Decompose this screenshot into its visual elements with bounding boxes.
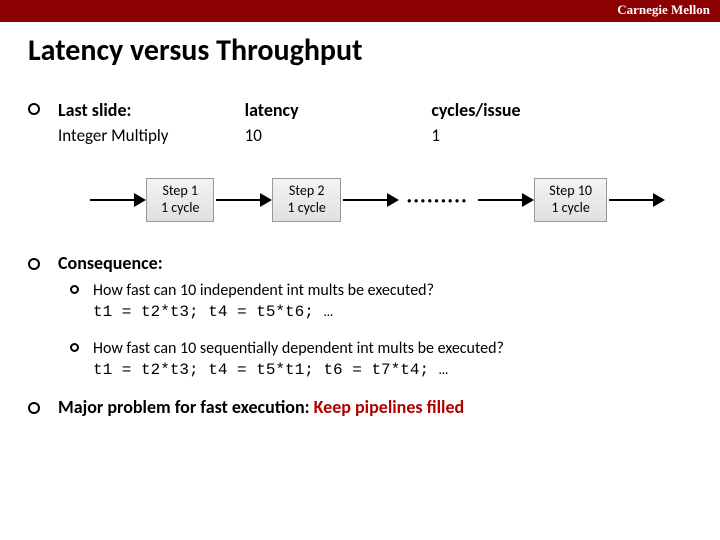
- sub-bullet-icon: [70, 343, 79, 352]
- slide-content: Latency versus Throughput Last slide: la…: [0, 22, 720, 418]
- col-label-operation: Last slide:: [58, 97, 245, 123]
- major-emphasis: Keep pipelines filled: [314, 396, 465, 418]
- arrow-icon: [476, 190, 534, 210]
- step-cycle: 1 cycle: [161, 200, 199, 217]
- step-box-10: Step 10 1 cycle: [534, 178, 607, 222]
- arrow-icon: [214, 190, 272, 210]
- q2-code: t1 = t2*t3; t4 = t5*t1; t6 = t7*t4; …: [93, 361, 448, 379]
- cell-op: Integer Multiply: [58, 123, 245, 148]
- step-cycle: 1 cycle: [287, 200, 325, 217]
- arrow-icon: [341, 190, 399, 210]
- question-1: How fast can 10 independent int mults be…: [93, 280, 434, 324]
- step-title: Step 1: [161, 183, 199, 200]
- latency-table: Last slide: latency cycles/issue Integer…: [58, 97, 618, 148]
- sub-list: How fast can 10 independent int mults be…: [70, 280, 692, 382]
- brand-label: Carnegie Mellon: [617, 2, 710, 18]
- q1-code: t1 = t2*t3; t4 = t5*t6; …: [93, 303, 333, 321]
- major-text: Major problem for fast execution:: [58, 396, 314, 418]
- major-problem: Major problem for fast execution: Keep p…: [58, 396, 464, 418]
- major-problem-row: Major problem for fast execution: Keep p…: [28, 396, 692, 418]
- page-title: Latency versus Throughput: [28, 32, 692, 69]
- sub-bullet-icon: [70, 285, 79, 294]
- step-title: Step 2: [287, 183, 325, 200]
- question-2: How fast can 10 sequentially dependent i…: [93, 338, 504, 382]
- cell-latency: 10: [245, 123, 432, 148]
- pipeline-flow: Step 1 1 cycle Step 2 1 cycle ········· …: [88, 178, 692, 222]
- step-box-2: Step 2 1 cycle: [272, 178, 340, 222]
- consequence-label: Consequence:: [58, 252, 163, 274]
- q1-text: How fast can 10 independent int mults be…: [93, 281, 434, 300]
- bullet-icon: [28, 258, 40, 270]
- step-box-1: Step 1 1 cycle: [146, 178, 214, 222]
- arrow-icon: [88, 190, 146, 210]
- bullet-icon: [28, 402, 40, 414]
- col-label-cycles: cycles/issue: [431, 97, 618, 123]
- arrow-icon: [607, 190, 665, 210]
- q2-text: How fast can 10 sequentially dependent i…: [93, 339, 504, 358]
- last-slide-row: Last slide: latency cycles/issue Integer…: [28, 97, 692, 148]
- list-item: How fast can 10 sequentially dependent i…: [70, 338, 692, 382]
- col-label-latency: latency: [245, 97, 432, 123]
- ellipsis-icon: ·········: [399, 189, 476, 211]
- bullet-icon: [28, 103, 40, 115]
- cell-cycles: 1: [431, 123, 618, 148]
- table-row: Integer Multiply 10 1: [58, 123, 618, 148]
- table-header-row: Last slide: latency cycles/issue: [58, 97, 618, 123]
- step-title: Step 10: [549, 183, 592, 200]
- step-cycle: 1 cycle: [549, 200, 592, 217]
- list-item: How fast can 10 independent int mults be…: [70, 280, 692, 324]
- header-bar: Carnegie Mellon: [0, 0, 720, 22]
- consequence-row: Consequence:: [28, 252, 692, 274]
